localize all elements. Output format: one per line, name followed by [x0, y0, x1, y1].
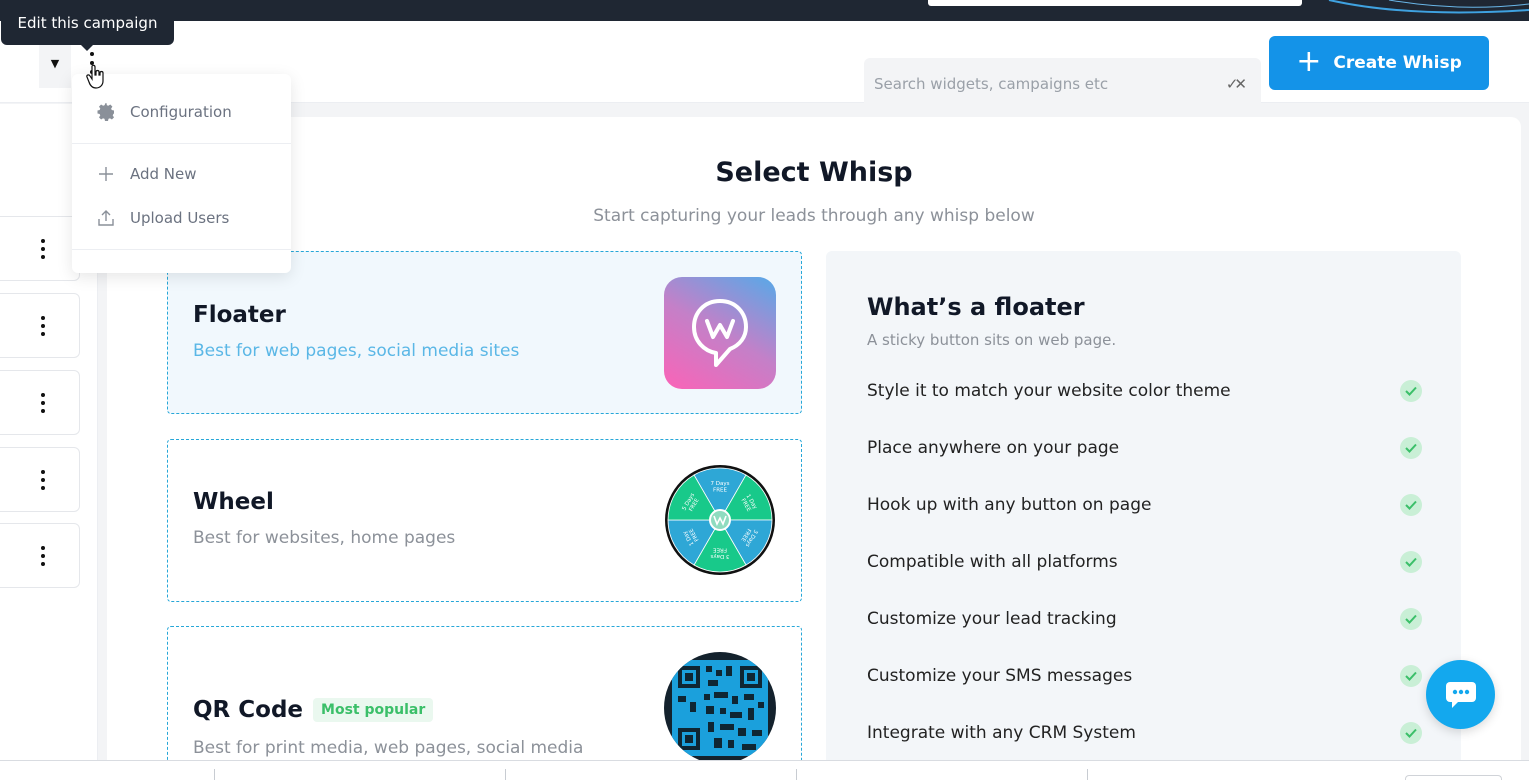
feature-text: Hook up with any button on page	[867, 495, 1152, 515]
menu-divider	[72, 143, 291, 144]
wheel-segment-label: 7 Days FREE	[711, 481, 730, 494]
chat-icon	[1445, 681, 1476, 708]
feature-text: Style it to match your website color the…	[867, 381, 1231, 401]
feature-item: Compatible with all platforms	[867, 547, 1422, 577]
feature-item: Customize your SMS messages	[867, 661, 1422, 691]
campaign-row[interactable]	[0, 216, 80, 281]
row-options-icon[interactable]	[40, 470, 46, 490]
row-options-icon[interactable]	[40, 316, 46, 336]
feature-item: Customize your lead tracking	[867, 604, 1422, 634]
search-box[interactable]: ✓✕	[864, 58, 1261, 110]
card-title: Floater	[193, 302, 286, 328]
card-title: Wheel	[193, 489, 274, 515]
feature-text: Integrate with any CRM System	[867, 723, 1136, 743]
caret-down-icon: ▼	[50, 56, 60, 70]
row-options-icon[interactable]	[40, 239, 46, 259]
info-title: What’s a floater	[867, 293, 1085, 321]
feature-text: Customize your lead tracking	[867, 609, 1117, 629]
info-panel: What’s a floater A sticky button sits on…	[826, 251, 1461, 771]
campaign-row[interactable]	[0, 447, 80, 512]
menu-item-add-new[interactable]: Add New	[72, 154, 291, 194]
check-icon	[1400, 722, 1422, 744]
divider	[505, 769, 506, 780]
menu-item-label: Upload Users	[130, 209, 230, 227]
row-options-icon[interactable]	[40, 393, 46, 413]
campaign-row[interactable]	[0, 370, 80, 435]
menu-item-label: Add New	[130, 165, 197, 183]
divider	[796, 769, 797, 780]
plus-icon: +	[1296, 43, 1322, 79]
card-title: QR Code Most popular	[193, 697, 434, 723]
create-whisp-button[interactable]: + Create Whisp	[1269, 36, 1489, 90]
bottom-bar	[0, 760, 1529, 780]
most-popular-badge: Most popular	[313, 698, 434, 722]
info-subtitle: A sticky button sits on web page.	[867, 331, 1117, 349]
hand-pointer-icon	[86, 64, 104, 89]
feature-item: Style it to match your website color the…	[867, 376, 1422, 406]
page-subtitle: Start capturing your leads through any w…	[593, 206, 1035, 226]
menu-item-configuration[interactable]: Configuration	[72, 92, 291, 132]
whisp-card-wheel[interactable]: Wheel Best for websites, home pages 7 Da…	[167, 439, 802, 602]
dot	[90, 52, 94, 56]
feature-item: Place anywhere on your page	[867, 433, 1422, 463]
gear-icon	[96, 102, 116, 122]
edit-campaign-tooltip: Edit this campaign	[1, 0, 174, 51]
top-strip-bar	[928, 0, 1302, 6]
wheel-segment-label: 3 DaysFREE	[710, 547, 729, 560]
create-whisp-label: Create Whisp	[1333, 53, 1462, 73]
check-icon	[1400, 551, 1422, 573]
whisp-card-qr-code[interactable]: QR Code Most popular Best for print medi…	[167, 626, 802, 780]
divider	[214, 769, 215, 780]
page-title: Select Whisp	[715, 157, 913, 188]
top-strip-decoration	[1328, 0, 1529, 14]
campaign-row[interactable]	[0, 523, 80, 588]
card-description: Best for websites, home pages	[193, 528, 456, 548]
search-input[interactable]	[874, 75, 1226, 93]
check-icon	[1400, 665, 1422, 687]
card-description: Best for web pages, social media sites	[193, 341, 520, 361]
bottom-control[interactable]	[1405, 775, 1502, 780]
dropdown-toggle[interactable]: ▼	[39, 38, 71, 88]
plus-icon	[96, 165, 116, 183]
clear-search-icon[interactable]: ✓✕	[1226, 75, 1251, 93]
check-icon	[1400, 380, 1422, 402]
row-options-icon[interactable]	[40, 546, 46, 566]
menu-item-upload-users[interactable]: Upload Users	[72, 198, 291, 238]
floater-icon	[664, 277, 776, 389]
chat-button[interactable]	[1426, 660, 1495, 729]
card-title-text: QR Code	[193, 697, 304, 723]
campaign-row[interactable]	[0, 293, 80, 358]
feature-text: Place anywhere on your page	[867, 438, 1120, 458]
tooltip-text: Edit this campaign	[17, 13, 158, 32]
check-icon	[1400, 608, 1422, 630]
check-icon	[1400, 437, 1422, 459]
menu-divider	[72, 249, 291, 250]
top-strip	[0, 0, 1529, 21]
menu-item-label: Configuration	[130, 103, 232, 121]
upload-icon	[96, 209, 116, 227]
feature-text: Customize your SMS messages	[867, 666, 1133, 686]
qr-code-icon	[664, 652, 776, 764]
wheel-icon: 7 Days FREE1 DayFREE3 DaysFREE3 DaysFREE1…	[665, 465, 775, 575]
check-icon	[1400, 494, 1422, 516]
divider	[1087, 769, 1088, 780]
card-description: Best for print media, web pages, social …	[193, 738, 584, 758]
feature-item: Hook up with any button on page	[867, 490, 1422, 520]
campaign-options-menu: Configuration Add New Upload Users	[72, 74, 291, 273]
whisp-card-floater[interactable]: Floater Best for web pages, social media…	[167, 251, 802, 414]
feature-text: Compatible with all platforms	[867, 552, 1118, 572]
feature-item: Integrate with any CRM System	[867, 718, 1422, 748]
